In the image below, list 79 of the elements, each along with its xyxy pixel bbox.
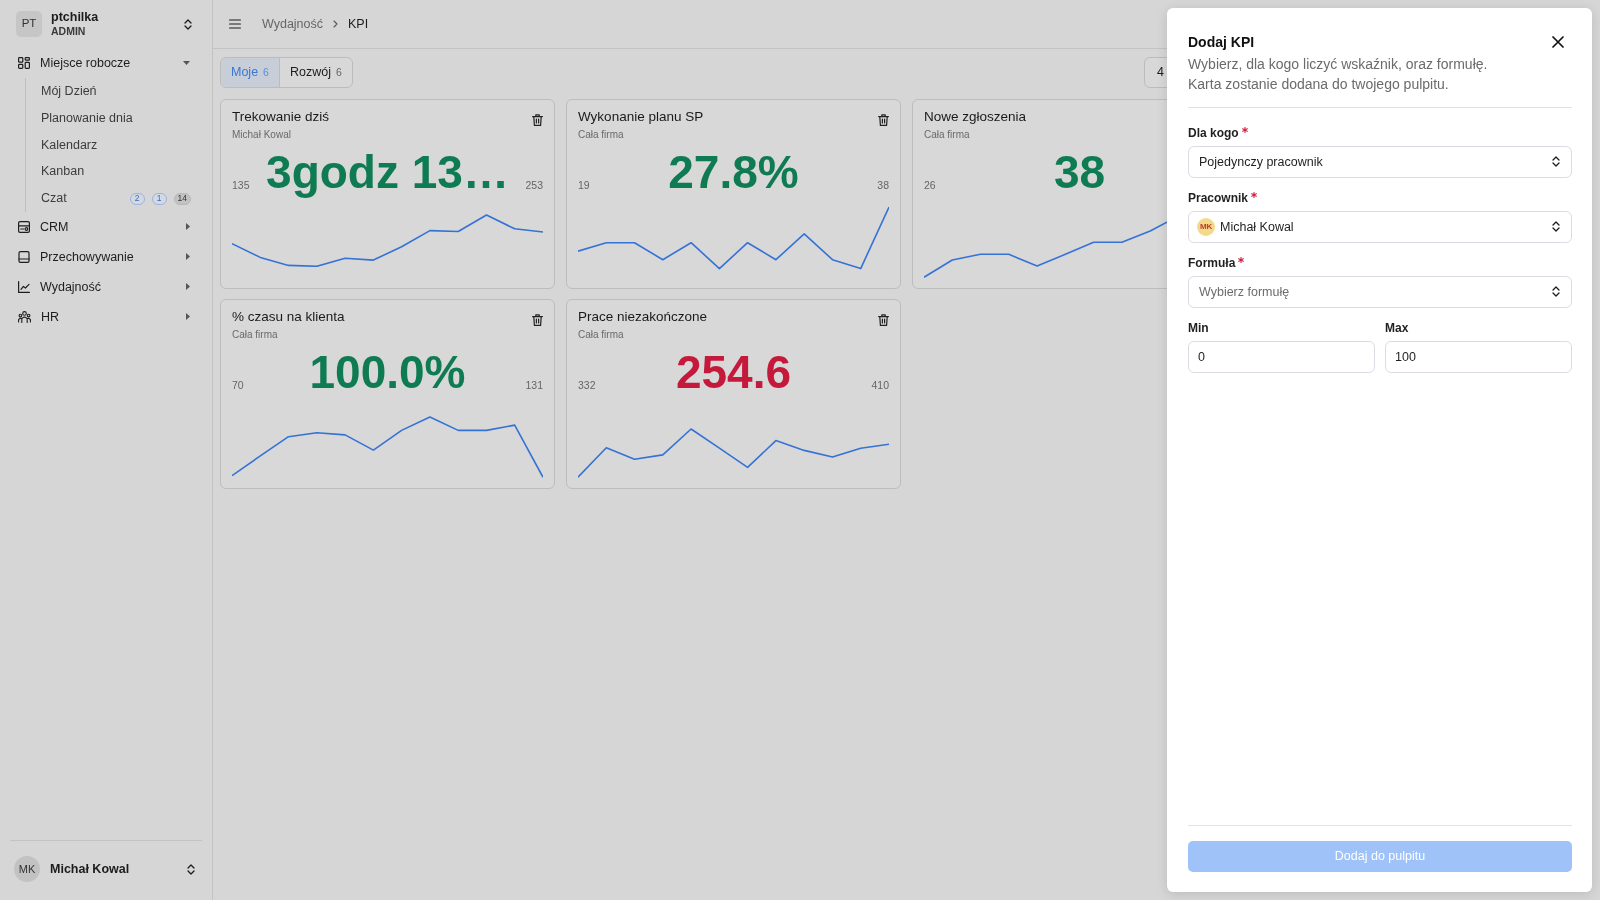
input-field[interactable]: 100: [1385, 341, 1572, 373]
line-chart-icon: [18, 281, 30, 293]
field-label: Dla kogo: [1188, 125, 1239, 141]
people-icon: [18, 311, 31, 323]
sidebar-item[interactable]: Kanban: [41, 162, 85, 182]
sidebar-item[interactable]: Wydajność: [18, 277, 102, 297]
range-max-label: 38: [877, 179, 889, 193]
field-label: Min: [1188, 320, 1209, 336]
card-title: Prace niezakończone: [578, 308, 708, 326]
kpi-value: 3godz 13…: [266, 146, 509, 198]
select-field[interactable]: Wybierz formułę: [1188, 276, 1572, 308]
caret-right-icon[interactable]: [186, 253, 190, 261]
caret-right-icon[interactable]: [186, 313, 190, 321]
field-label: Pracownik: [1188, 190, 1249, 206]
menu-icon[interactable]: [229, 19, 241, 29]
card-title: Wykonanie planu SP: [578, 108, 704, 126]
count-badge: 1: [151, 192, 167, 205]
updown-chevron-icon: [1552, 286, 1560, 297]
range-max-label: 131: [525, 379, 543, 393]
sidebar-item[interactable]: HR: [18, 307, 60, 327]
kpi-value: 38: [1053, 146, 1106, 198]
select-field[interactable]: Pojedynczy pracownik: [1188, 146, 1572, 178]
sidebar-item[interactable]: Miejsce robocze: [18, 53, 131, 73]
user-name: Michał Kowal: [50, 860, 131, 878]
breadcrumb-current: KPI: [348, 15, 369, 33]
sidebar-item[interactable]: Czat: [41, 189, 67, 208]
range-min-label: 19: [578, 179, 590, 193]
card-subtitle: Cała firma: [578, 128, 625, 141]
breadcrumb-link[interactable]: Wydajność: [262, 14, 324, 34]
range-max-label: 253: [525, 179, 543, 193]
trash-icon[interactable]: [878, 314, 889, 326]
card-subtitle: Michał Kowal: [232, 128, 292, 141]
range-min-label: 26: [924, 179, 936, 193]
panel-description: Wybierz, dla kogo liczyć wskaźnik, oraz formułę. Karta zostanie dodana do twojego pulpitu.: [1188, 55, 1489, 94]
sidebar-item[interactable]: Mój Dzień: [41, 82, 97, 101]
caret-down-icon[interactable]: [183, 61, 190, 65]
updown-chevron-icon: [1552, 156, 1560, 167]
drive-icon: [18, 251, 30, 263]
updown-chevron-icon[interactable]: [184, 18, 192, 30]
sidebar-item[interactable]: Planowanie dnia: [41, 108, 133, 128]
kpi-value: 27.8%: [668, 146, 799, 198]
count-badge: 14: [173, 192, 191, 205]
panel-title: Dodaj KPI: [1188, 33, 1255, 52]
range-min-label: 70: [232, 379, 244, 393]
chevron-right-icon: [333, 20, 339, 28]
caret-right-icon[interactable]: [186, 223, 190, 231]
updown-chevron-icon: [1552, 221, 1560, 232]
count-badge: 2: [129, 192, 145, 205]
card-subtitle: Cała firma: [578, 328, 625, 341]
panel-icon: [18, 221, 30, 233]
account-name: ptchilka: [51, 10, 100, 25]
card-subtitle: Cała firma: [924, 128, 971, 141]
field-label: Formuła: [1188, 255, 1236, 271]
trash-icon[interactable]: [532, 314, 543, 326]
card-title: % czasu na klienta: [232, 308, 345, 326]
account-role: ADMIN: [51, 25, 87, 38]
input-field[interactable]: 0: [1188, 341, 1375, 373]
sidebar-item[interactable]: Kalendarz: [41, 135, 98, 155]
close-icon[interactable]: [1552, 36, 1564, 48]
toolbar-button[interactable]: 4: [1144, 57, 1167, 88]
kpi-value: 254.6: [675, 346, 792, 398]
field-label: Max: [1385, 320, 1409, 336]
updown-chevron-icon[interactable]: [187, 863, 195, 875]
trash-icon[interactable]: [878, 114, 889, 126]
range-min-label: 332: [578, 379, 596, 393]
range-min-label: 135: [232, 179, 250, 193]
kpi-value: 100.0%: [309, 346, 466, 398]
trash-icon[interactable]: [532, 114, 543, 126]
range-max-label: 410: [871, 379, 889, 393]
card-title: Nowe zgłoszenia: [924, 108, 1027, 126]
avatar: PT: [16, 11, 42, 37]
tab[interactable]: Rozwój 6: [278, 58, 352, 87]
avatar: MK: [14, 856, 40, 882]
caret-right-icon[interactable]: [186, 283, 190, 291]
card-title: Trekowanie dziś: [232, 108, 330, 126]
card-subtitle: Cała firma: [232, 328, 279, 341]
sidebar-item[interactable]: CRM: [18, 217, 69, 237]
grid-icon: [18, 57, 30, 69]
sidebar-item[interactable]: Przechowywanie: [18, 247, 134, 267]
